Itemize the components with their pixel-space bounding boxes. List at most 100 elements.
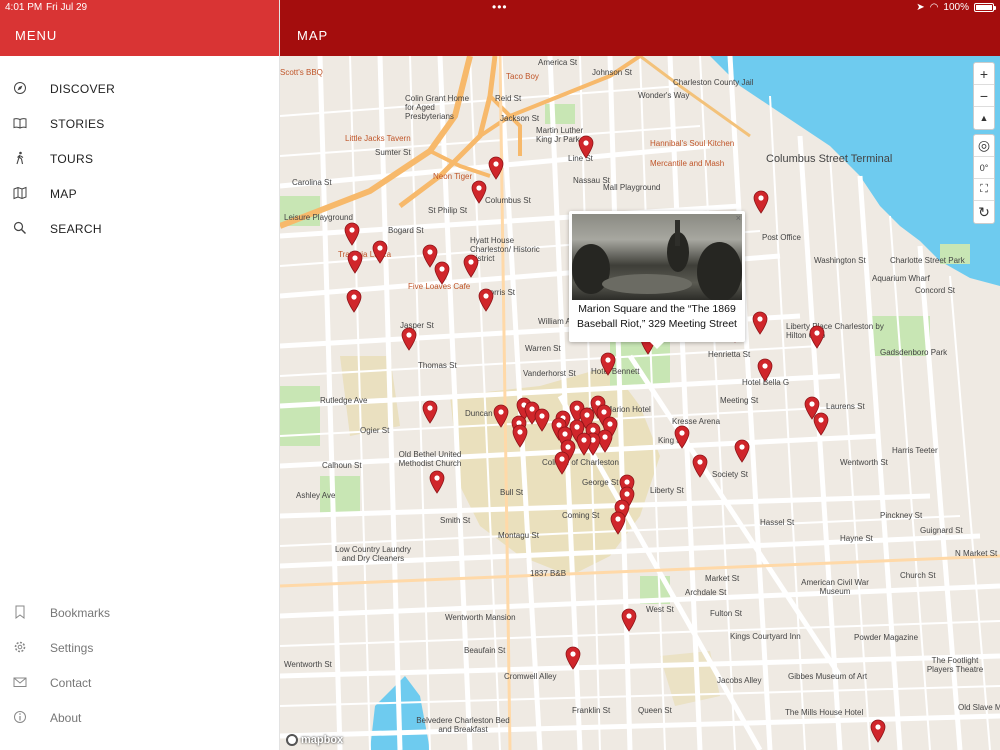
nav-item-tours[interactable]: TOURS [0,140,279,175]
map-pin[interactable] [534,408,550,432]
map-pin-icon [478,288,494,312]
location-arrow-icon: ➤ [916,2,925,13]
map-pin-icon [674,425,690,449]
nav-item-contact[interactable]: Contact [0,665,280,700]
map-pin-icon [809,325,825,349]
status-bar: 4:01 PM Fri Jul 29 ••• ➤ ◠ 100% [0,0,1000,16]
map-pin-icon [565,646,581,670]
wifi-icon: ◠ [929,2,939,13]
nav-item-settings[interactable]: Settings [0,630,280,665]
map-pin[interactable] [346,289,362,313]
map-pin[interactable] [870,719,886,743]
map-pin-icon [434,261,450,285]
map-pin-icon [734,439,750,463]
multitask-dots[interactable]: ••• [492,0,508,14]
map-label: 1837 B&B [530,569,567,578]
map-pin[interactable] [578,135,594,159]
rotation-readout[interactable]: 0° [974,157,994,179]
map-pin[interactable] [463,254,479,278]
map-pin[interactable] [752,311,768,335]
map-pin[interactable] [429,470,445,494]
street-label: Calhoun St [322,461,362,470]
gear-icon [14,641,26,653]
map-pin[interactable] [493,404,509,428]
street-label: Henrietta St [708,350,751,359]
nav-item-about[interactable]: About [0,700,280,735]
map-pin[interactable] [347,250,363,274]
zoom-out-button[interactable]: − [974,85,994,107]
street-label: Beaufain St [464,646,506,655]
compass-button[interactable]: ▲ [974,107,994,129]
street-label: Thomas St [418,361,457,370]
map-pin[interactable] [813,412,829,436]
map-pin[interactable] [610,511,626,535]
map-pin[interactable] [757,358,773,382]
map-pin[interactable] [512,424,528,448]
nav-item-discover[interactable]: DISCOVER [0,70,279,105]
mapbox-attribution[interactable]: mapbox [286,734,343,746]
street-label: Queen St [638,706,672,715]
map-pin[interactable] [422,400,438,424]
street-label: George St [582,478,619,487]
map-pin[interactable] [753,190,769,214]
street-label: Franklin St [572,706,611,715]
popup-close-button[interactable]: × [736,213,741,223]
map-pin-icon [610,511,626,535]
map-pin[interactable] [734,439,750,463]
map-pin[interactable] [554,451,570,475]
fullscreen-button[interactable]: ⛶ [974,179,994,201]
map-view[interactable]: Columbus Street Terminal Charleston Coun… [280,56,1000,750]
map-tools: ◎ 0° ⛶ ↻ [973,134,995,224]
map-pin[interactable] [600,352,616,376]
street-label: Wonder's Way [638,91,690,100]
street-label: Smith St [440,516,471,525]
map-pin[interactable] [576,432,592,456]
nav-label: Bookmarks [50,606,111,620]
nav-item-stories[interactable]: STORIES [0,105,279,140]
map-pin-icon [753,190,769,214]
map-pin[interactable] [372,240,388,264]
map-pin[interactable] [478,288,494,312]
zoom-in-button[interactable]: + [974,63,994,85]
map-label: Reid St [495,94,522,103]
street-label: Jacobs Alley [717,676,762,685]
nav-item-map[interactable]: MAP [0,175,279,210]
envelope-icon [13,677,27,687]
map-pin[interactable] [692,454,708,478]
map-pin[interactable] [471,180,487,204]
map-pin[interactable] [674,425,690,449]
street-label: Bull St [500,488,524,497]
map-pin[interactable] [621,608,637,632]
map-pin[interactable] [401,327,417,351]
map-pin-icon [347,250,363,274]
popup-photo [572,214,742,300]
map-pin[interactable] [488,156,504,180]
street-label: Society St [712,470,749,479]
mapbox-text: mapbox [301,734,344,746]
map-label: Powder Magazine [854,633,919,642]
map-label: Charleston County Jail [673,78,754,87]
street-label: Rutledge Ave [320,396,368,405]
map-pin[interactable] [344,222,360,246]
location-popup[interactable]: × Marion Square and the “The 1869 Baseba… [569,211,745,349]
map-pin[interactable] [565,646,581,670]
map-label: Wentworth Mansion [445,613,516,622]
street-label: Washington St [814,256,866,265]
nav-item-bookmarks[interactable]: Bookmarks [0,595,280,630]
map-pin-icon [578,135,594,159]
map-label: Post Office [762,233,801,242]
map-pin-icon [401,327,417,351]
refresh-button[interactable]: ↻ [974,201,994,223]
street-label: Laurens St [826,402,865,411]
map-pin[interactable] [809,325,825,349]
map-label: Leisure Playground [284,213,353,222]
map-pin[interactable] [434,261,450,285]
nav-item-search[interactable]: SEARCH [0,210,279,245]
nav-label: Settings [50,641,94,655]
nav-label: DISCOVER [50,82,116,96]
locate-button[interactable]: ◎ [974,135,994,157]
battery-percent: 100% [943,2,969,13]
street-label: Archdale St [685,588,727,597]
info-icon [14,711,26,723]
map-label: Gibbes Museum of Art [788,672,868,681]
